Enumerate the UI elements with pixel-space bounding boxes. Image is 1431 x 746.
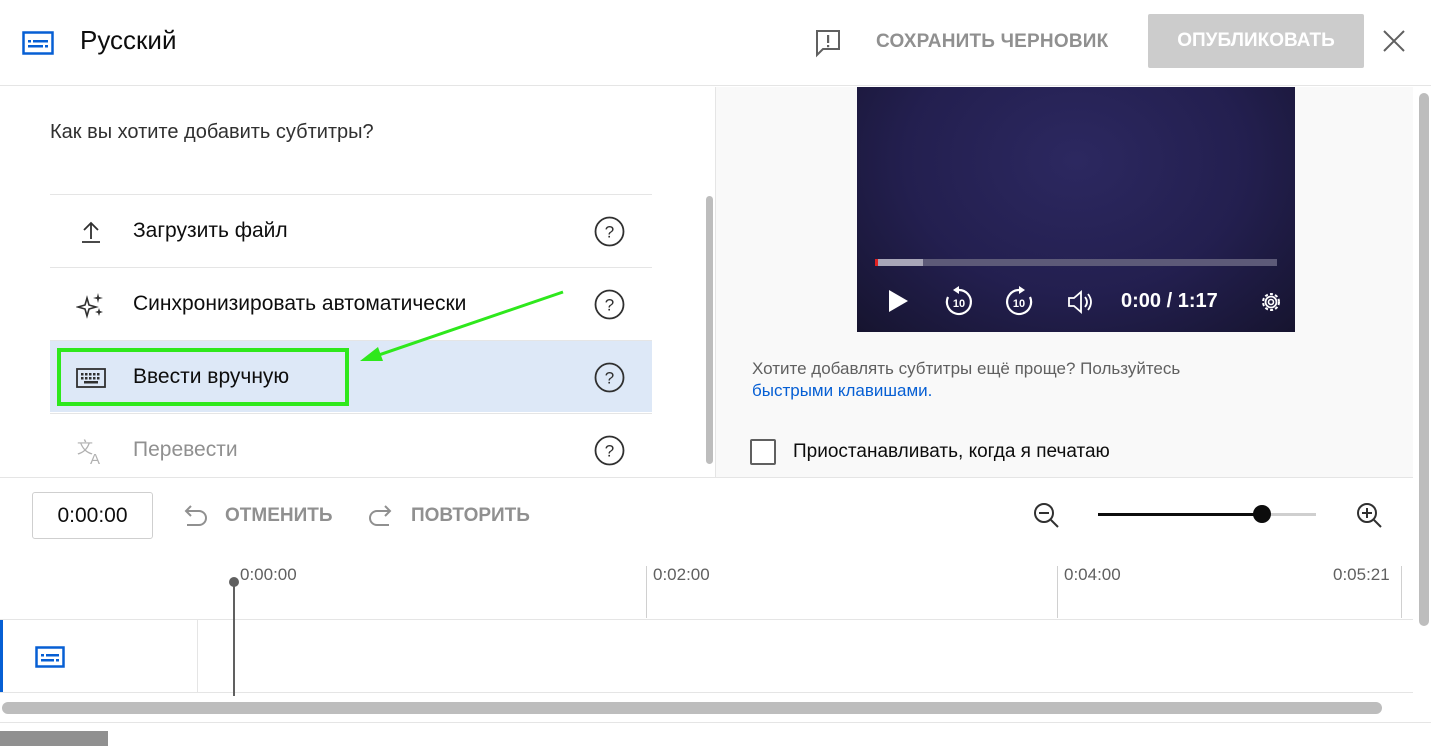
help-icon[interactable]: ? — [594, 435, 625, 466]
svg-text:?: ? — [605, 296, 614, 315]
undo-icon[interactable] — [181, 503, 209, 529]
option-label: Перевести — [133, 438, 238, 461]
subtitles-track-icon — [35, 646, 65, 668]
forward-10-icon[interactable]: 10 — [1004, 285, 1034, 317]
panel-divider — [715, 87, 716, 477]
timeline-playhead-handle[interactable] — [229, 577, 239, 587]
left-panel-scrollbar[interactable] — [706, 196, 713, 464]
ruler-tick — [646, 566, 647, 618]
svg-text:A: A — [90, 451, 100, 466]
zoom-slider-handle[interactable] — [1253, 505, 1271, 523]
close-icon[interactable] — [1382, 29, 1406, 53]
svg-text:?: ? — [605, 223, 614, 242]
method-question: Как вы хотите добавить субтитры? — [50, 121, 374, 143]
svg-text:?: ? — [605, 369, 614, 388]
save-draft-button[interactable]: СОХРАНИТЬ ЧЕРНОВИК — [876, 31, 1108, 53]
option-label: Загрузить файл — [133, 219, 288, 242]
settings-gear-icon[interactable] — [1258, 289, 1284, 315]
play-icon[interactable] — [886, 288, 910, 314]
page-title: Русский — [80, 25, 177, 55]
publish-button[interactable]: ОПУБЛИКОВАТЬ — [1148, 14, 1364, 68]
timeline-playhead[interactable] — [233, 580, 235, 696]
video-progress-bar[interactable] — [875, 259, 1277, 266]
ruler-tick — [1401, 566, 1402, 618]
timeline-row-divider — [197, 620, 198, 692]
zoom-slider-fill — [1098, 513, 1262, 516]
timeline-row-border — [0, 692, 1413, 693]
upload-icon — [82, 221, 100, 243]
pause-while-typing-checkbox[interactable] — [750, 439, 776, 465]
help-icon[interactable]: ? — [594, 216, 625, 247]
shortcut-hint-text: Хотите добавлять субтитры ещё проще? Пол… — [752, 359, 1181, 378]
help-icon[interactable]: ? — [594, 289, 625, 320]
help-icon[interactable]: ? — [594, 362, 625, 393]
subtitles-icon — [22, 31, 54, 55]
timeline-horizontal-scrollbar[interactable] — [2, 702, 1382, 714]
zoom-out-icon[interactable] — [1032, 501, 1060, 529]
right-scrollbar[interactable] — [1419, 93, 1429, 626]
bottom-divider — [0, 722, 1431, 723]
current-time-input[interactable]: 0:00:00 — [32, 492, 153, 539]
video-time: 0:00 / 1:17 — [1121, 290, 1218, 312]
ruler-label: 0:02:00 — [653, 565, 710, 584]
translate-icon: 文 A — [77, 438, 100, 466]
svg-text:10: 10 — [953, 298, 965, 310]
feedback-icon[interactable] — [814, 28, 842, 58]
pause-while-typing-label: Приостанавливать, когда я печатаю — [793, 441, 1110, 462]
video-progress-buffer — [875, 259, 923, 266]
option-upload-file[interactable]: Загрузить файл ? — [50, 194, 652, 266]
svg-text:10: 10 — [1013, 298, 1025, 310]
keyboard-shortcuts-link[interactable]: быстрыми клавишами. — [752, 381, 932, 401]
highlight-box — [57, 348, 349, 406]
timeline-row-accent — [0, 620, 3, 692]
bottom-tab — [0, 731, 108, 746]
undo-button[interactable]: ОТМЕНИТЬ — [225, 505, 333, 527]
timeline-row-border — [0, 619, 1413, 620]
option-translate[interactable]: 文 A Перевести ? — [50, 413, 652, 477]
svg-text:?: ? — [605, 442, 614, 461]
redo-icon[interactable] — [367, 503, 395, 529]
annotation-arrow-icon — [360, 290, 564, 361]
rewind-10-icon[interactable]: 10 — [944, 285, 974, 317]
zoom-in-icon[interactable] — [1355, 501, 1383, 529]
ruler-label: 0:00:00 — [240, 565, 297, 584]
ruler-label: 0:04:00 — [1064, 565, 1121, 584]
redo-button[interactable]: ПОВТОРИТЬ — [411, 505, 530, 527]
video-progress-played — [875, 259, 878, 266]
volume-icon[interactable] — [1067, 289, 1097, 315]
ruler-tick — [1057, 566, 1058, 618]
ruler-label: 0:05:21 — [1333, 565, 1390, 584]
sparkle-icon — [76, 293, 103, 319]
toolbar-divider — [0, 477, 1413, 478]
